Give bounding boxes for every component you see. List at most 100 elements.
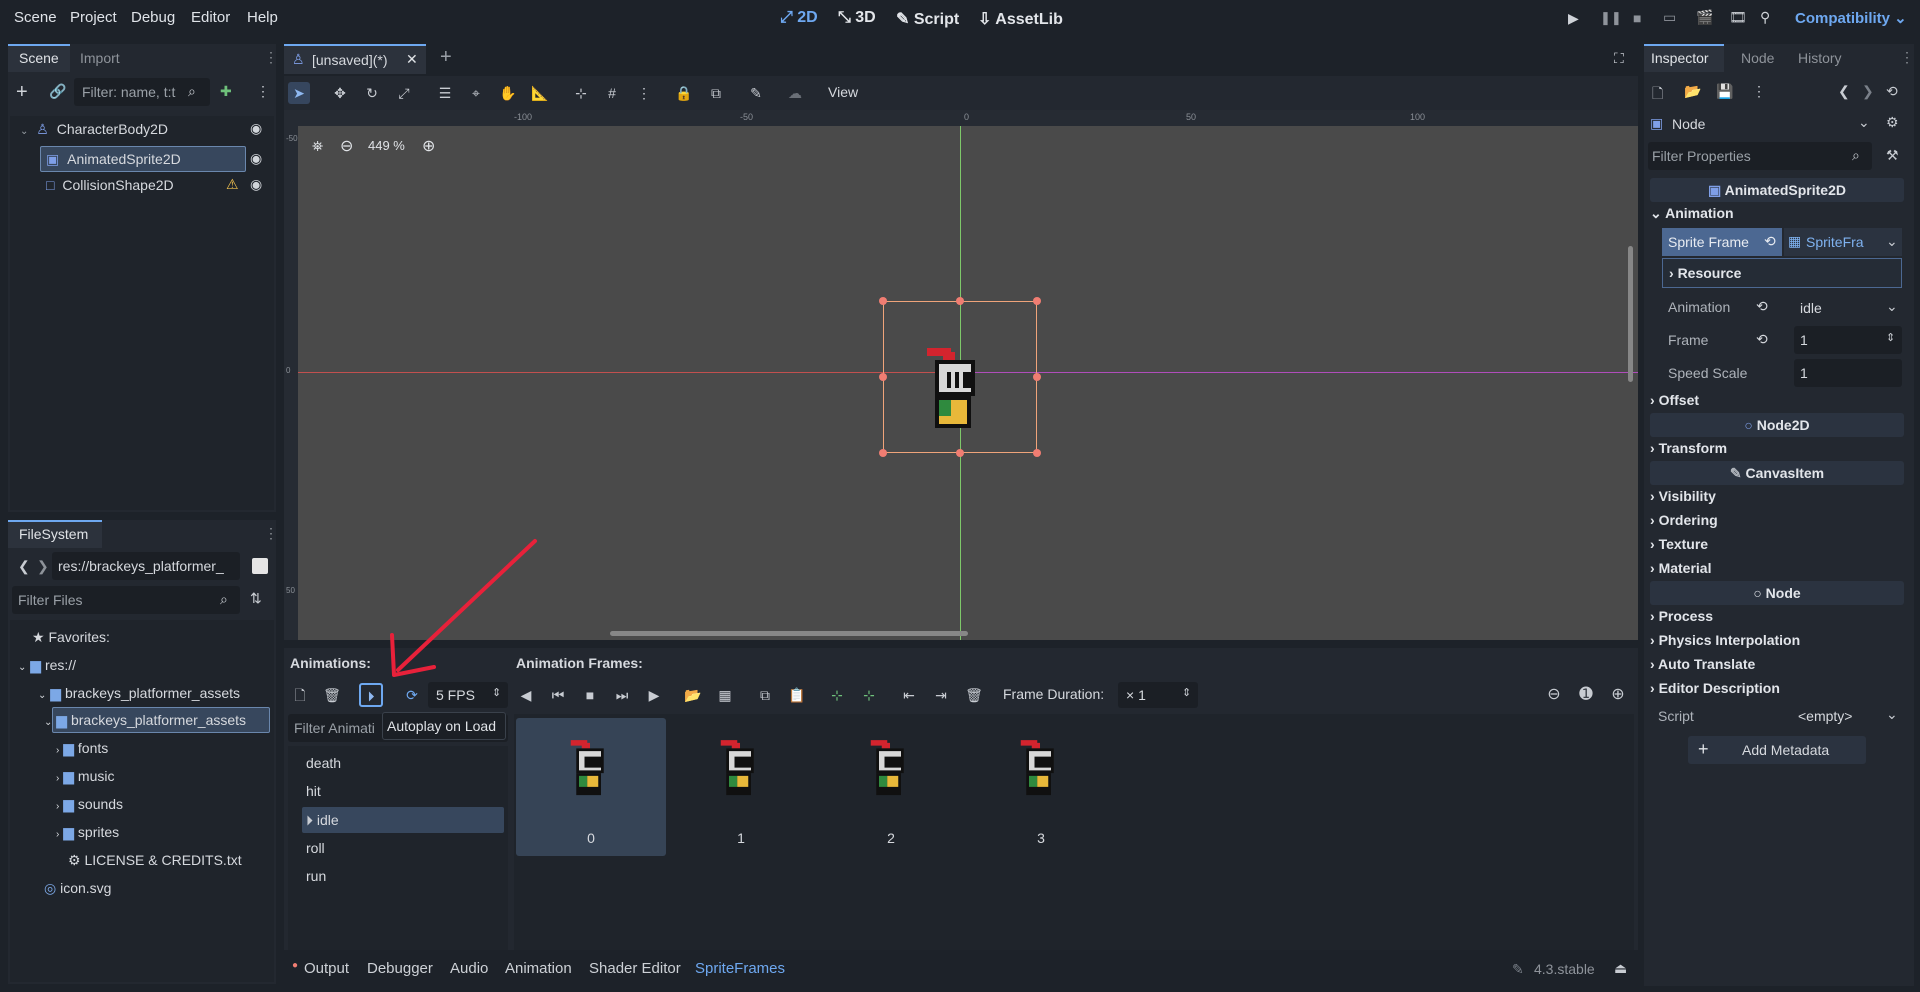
load-sheet-icon[interactable]: 📂 [682, 684, 704, 706]
rotate-tool-icon[interactable]: ↻ [361, 82, 383, 104]
fullscreen-icon[interactable]: ⛶ [1614, 50, 1624, 67]
renderer-select[interactable]: Compatibility ⌄ [1795, 9, 1907, 27]
tab-animation[interactable]: Animation [505, 960, 572, 977]
fs-file-license[interactable]: ⚙ LICENSE & CREDITS.txt [68, 847, 242, 873]
tab-scene[interactable]: Scene [19, 50, 59, 66]
horizontal-scrollbar[interactable] [610, 631, 968, 636]
fs-folder-sprites[interactable]: › ▆ sprites [56, 819, 119, 845]
zoom-out-icon[interactable]: ⊖ [1543, 684, 1565, 706]
split-mode-icon[interactable] [252, 558, 268, 574]
node-settings-icon[interactable]: ⚙ [1886, 114, 1899, 131]
bone-icon[interactable]: ✎ [745, 82, 767, 104]
play-start-icon[interactable]: ⏭ [611, 684, 633, 706]
tab-inspector[interactable]: Inspector [1651, 50, 1709, 66]
movie-maker-icon[interactable]: ⚲ [1760, 9, 1770, 26]
section-transform[interactable]: › Transform [1650, 440, 1727, 456]
view-menu[interactable]: View [828, 84, 858, 100]
scale-tool-icon[interactable]: ⤢ [393, 82, 415, 104]
menu-project[interactable]: Project [70, 9, 117, 26]
play-backwards-start-icon[interactable]: ⏮ [547, 684, 569, 706]
tree-node-collisionshape2d[interactable]: □ CollisionShape2D [46, 172, 174, 198]
forward-icon[interactable]: ❯ [37, 558, 49, 575]
speed-scale-input[interactable]: 1 [1794, 359, 1902, 387]
pan-icon[interactable]: ✋ [497, 82, 519, 104]
insert-before-icon[interactable]: ⊹ [826, 684, 848, 706]
new-tab-icon[interactable]: + [440, 46, 452, 69]
link-icon[interactable]: 🔗 [49, 83, 66, 100]
frame-thumb[interactable]: 0 [516, 718, 666, 856]
warning-icon[interactable]: ⚠ [226, 176, 239, 193]
insert-after-icon[interactable]: ⊹ [858, 684, 880, 706]
tab-audio[interactable]: Audio [450, 960, 488, 977]
frame-thumb[interactable]: 1 [666, 718, 816, 856]
tab-node[interactable]: Node [1741, 50, 1774, 66]
section-editor-description[interactable]: › Editor Description [1650, 680, 1780, 696]
zoom-in-icon[interactable]: ⊕ [422, 136, 435, 156]
sort-icon[interactable]: ⇅ [250, 590, 262, 607]
open-resource-icon[interactable]: 📂 [1684, 83, 1701, 100]
section-physics-interpolation[interactable]: › Physics Interpolation [1650, 632, 1800, 648]
visibility-icon[interactable]: ◉ [250, 150, 262, 167]
path-field[interactable]: res://brackeys_platformer_ [52, 552, 240, 580]
zoom-out-icon[interactable]: ⊖ [340, 136, 353, 156]
group-icon[interactable]: ⧉ [705, 82, 727, 104]
tree-node-characterbody2d[interactable]: ⌄ ♙ CharacterBody2D [20, 116, 168, 142]
add-animation-icon[interactable]: 🗋 [289, 684, 311, 706]
menu-scene[interactable]: Scene [14, 9, 57, 26]
center-view-icon[interactable]: ⛯ [312, 138, 323, 155]
workspace-script[interactable]: ✎ Script [896, 9, 959, 29]
tab-shader-editor[interactable]: Shader Editor [589, 960, 681, 977]
filter-properties-input[interactable]: Filter Properties ⌕ [1648, 142, 1872, 170]
fs-favorites[interactable]: ★ Favorites: [32, 624, 110, 650]
visibility-icon[interactable]: ◉ [250, 176, 262, 193]
tab-history[interactable]: History [1798, 50, 1842, 66]
node-selector[interactable]: ▣ Node ⌄ [1648, 110, 1872, 138]
fs-folder-sounds[interactable]: › ▆ sounds [56, 791, 123, 817]
delete-animation-icon[interactable]: 🗑 [321, 684, 343, 706]
move-left-icon[interactable]: ⇤ [898, 684, 920, 706]
move-right-icon[interactable]: ⇥ [930, 684, 952, 706]
ruler-icon[interactable]: 📐 [529, 82, 551, 104]
dock-menu-icon[interactable]: ⋮ [264, 525, 278, 542]
revert-icon[interactable]: ⟲ [1764, 233, 1776, 250]
animation-select[interactable]: idle ⌄ [1794, 294, 1902, 322]
fs-res[interactable]: ⌄ ▆ res:// [18, 652, 76, 678]
scene-menu-icon[interactable]: ⋮ [256, 83, 270, 100]
section-visibility[interactable]: › Visibility [1650, 488, 1716, 504]
tab-spriteframes[interactable]: SpriteFrames [695, 960, 785, 977]
resource-menu-icon[interactable]: ⋮ [1752, 83, 1766, 100]
grid-snap-icon[interactable]: # [601, 82, 623, 104]
expand-panel-icon[interactable]: ⏏ [1614, 960, 1627, 977]
workspace-assetlib[interactable]: ⇩ AssetLib [978, 9, 1063, 29]
fs-file-icon-svg[interactable]: ◎ icon.svg [44, 875, 111, 901]
resource-subsection[interactable]: › Resource [1662, 258, 1902, 288]
menu-help[interactable]: Help [247, 9, 278, 26]
smart-snap-icon[interactable]: ⊹ [570, 82, 592, 104]
spinner-icon[interactable]: ⇕ [1182, 686, 1191, 699]
vertical-scrollbar[interactable] [1628, 246, 1633, 382]
spinner-icon[interactable]: ⇕ [492, 686, 501, 699]
stop-icon[interactable]: ■ [579, 684, 601, 706]
pivot-icon[interactable]: ⌖ [465, 82, 487, 104]
filter-files-input[interactable]: Filter Files ⌕ [12, 586, 240, 614]
scene-filter[interactable]: Filter: name, t:t ⌕ [74, 78, 210, 106]
history-forward-icon[interactable]: ❯ [1862, 83, 1874, 100]
play-backwards-icon[interactable]: ◀ [515, 684, 537, 706]
scene-tab[interactable]: ♙ [unsaved](*) ✕ [284, 44, 426, 74]
section-ordering[interactable]: › Ordering [1650, 512, 1718, 528]
zoom-level[interactable]: 449 % [368, 138, 405, 153]
revert-icon[interactable]: ⟲ [1756, 298, 1768, 315]
play-custom-icon[interactable]: 🎞 [1729, 9, 1747, 26]
frame-thumb[interactable]: 3 [966, 718, 1116, 856]
frame-duration-spinbox[interactable]: × 1 ⇕ [1118, 682, 1198, 708]
section-animation[interactable]: ⌄ Animation [1650, 205, 1734, 222]
dock-menu-icon[interactable]: ⋮ [1900, 49, 1914, 66]
play-scene-icon[interactable]: 🎬 [1696, 9, 1713, 26]
animation-idle[interactable]: ⏵ idle [306, 807, 502, 833]
tree-node-animatedsprite2d[interactable]: ▣ AnimatedSprite2D [46, 146, 181, 172]
pause-icon[interactable]: ❚❚ [1600, 10, 1622, 26]
move-tool-icon[interactable]: ✥ [329, 82, 351, 104]
frame-thumb[interactable]: 2 [816, 718, 966, 856]
zoom-in-icon[interactable]: ⊕ [1607, 684, 1629, 706]
animation-roll[interactable]: roll [306, 835, 502, 861]
